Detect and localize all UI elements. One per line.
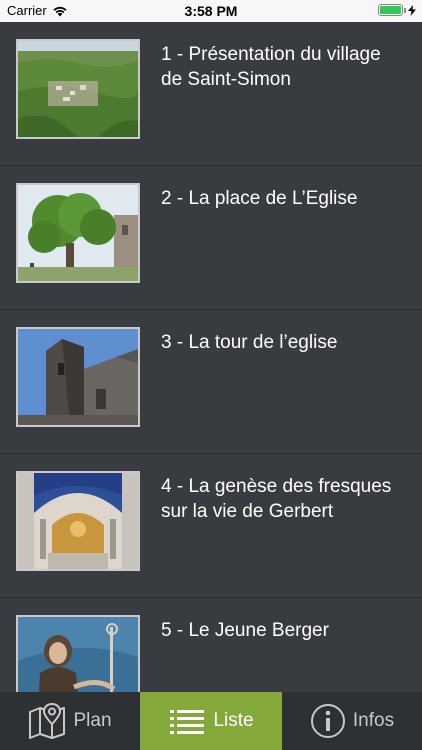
list-item[interactable]: 3 - La tour de l’eglise	[0, 310, 422, 454]
village-aerial-thumbnail	[16, 39, 140, 139]
village-aerial-image	[18, 41, 138, 137]
item-title: 4 - La genèse des fresques sur la vie de…	[161, 476, 392, 522]
tab-infos-label: Infos	[352, 710, 395, 731]
tab-infos[interactable]: Infos	[282, 692, 422, 750]
battery-icon	[378, 4, 403, 16]
church-tower-thumbnail	[16, 327, 140, 427]
tree-square-thumbnail	[16, 183, 140, 283]
status-right	[378, 4, 416, 16]
status-bar: Carrier 3:58 PM	[0, 0, 422, 22]
frescoes-thumbnail	[16, 471, 140, 571]
info-icon	[310, 704, 345, 738]
tab-plan[interactable]: Plan	[0, 692, 140, 750]
tab-plan-label: Plan	[73, 710, 112, 731]
item-title: 3 - La tour de l’eglise	[161, 332, 338, 353]
young-shepherd-image	[18, 617, 138, 692]
list-item[interactable]: 2 - La place de L’Eglise	[0, 166, 422, 310]
places-list[interactable]: 1 - Présentation du village de Saint-Sim…	[0, 22, 422, 692]
church-tower-image	[18, 329, 138, 425]
list-icon	[170, 710, 205, 734]
tab-liste-label: Liste	[213, 710, 254, 731]
shepherd-thumbnail	[16, 615, 140, 692]
clock: 3:58 PM	[184, 3, 238, 19]
list-item[interactable]: 4 - La genèse des fresques sur la vie de…	[0, 454, 422, 598]
item-title: 5 - Le Jeune Berger	[161, 620, 329, 641]
battery-cap	[404, 7, 406, 13]
map-pin-icon	[29, 702, 66, 739]
tree-square-image	[18, 185, 138, 281]
item-title: 1 - Présentation du village de Saint-Sim…	[161, 44, 381, 90]
list-item[interactable]: 5 - Le Jeune Berger	[0, 598, 422, 692]
tab-liste[interactable]: Liste	[140, 692, 282, 750]
list-item[interactable]: 1 - Présentation du village de Saint-Sim…	[0, 22, 422, 166]
church-interior-image	[18, 473, 138, 569]
item-title: 2 - La place de L’Eglise	[161, 188, 358, 209]
tab-bar: Plan Liste Infos	[0, 692, 422, 750]
charging-icon	[408, 4, 416, 16]
